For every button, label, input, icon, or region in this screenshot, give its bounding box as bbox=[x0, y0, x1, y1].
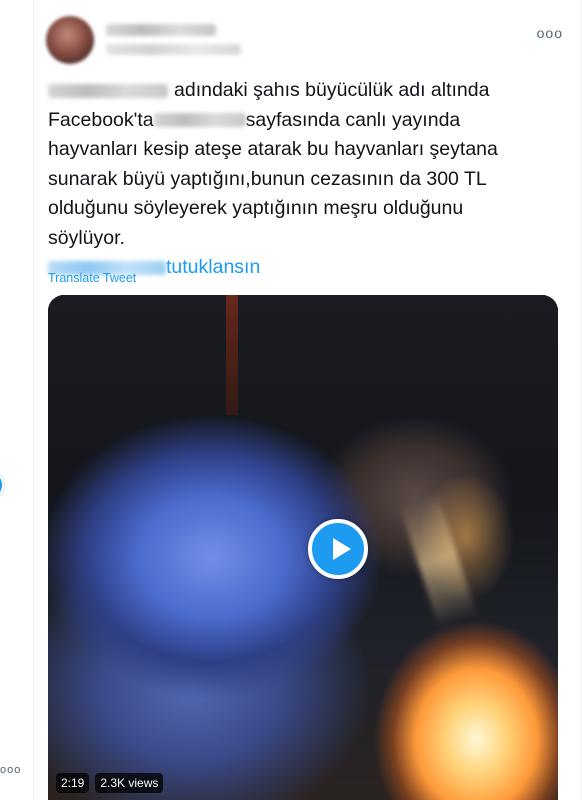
tweet-header: ooo bbox=[34, 8, 581, 64]
tweet-line-6: söylüyor. bbox=[48, 226, 125, 249]
hashtag-link[interactable]: tutuklansın bbox=[166, 256, 260, 278]
tweet-text-segment: sayfasında canlı yayında bbox=[245, 108, 461, 131]
play-button[interactable] bbox=[308, 519, 368, 579]
compose-button-partial[interactable] bbox=[0, 470, 4, 500]
redacted-name bbox=[48, 83, 168, 98]
play-icon bbox=[333, 538, 351, 560]
tweet-line-5: olduğunu söyleyerek yaptığının meşru old… bbox=[48, 197, 464, 219]
redacted-page-name bbox=[153, 113, 246, 128]
video-views: 2.3K views bbox=[95, 773, 164, 793]
tweet-line-1: adındaki şahıs büyücülük adı altında bbox=[48, 76, 573, 106]
more-icon[interactable]: ooo bbox=[0, 764, 21, 776]
tweet-text-segment: adındaki şahıs büyücülük adı altında bbox=[174, 79, 490, 101]
video-player[interactable]: 2:19 2.3K views bbox=[48, 295, 558, 800]
username-redacted[interactable] bbox=[106, 44, 241, 55]
page: ooo ooo adındaki şahıs büyücülük adı alt… bbox=[0, 0, 582, 800]
video-thumbnail bbox=[48, 295, 558, 800]
video-duration: 2:19 bbox=[56, 773, 90, 793]
tweet[interactable]: ooo adındaki şahıs büyücülük adı altında… bbox=[33, 0, 582, 800]
display-name-redacted[interactable] bbox=[106, 24, 216, 36]
tweet-text-segment: Facebook'ta bbox=[48, 108, 154, 131]
tweet-text: adındaki şahıs büyücülük adı altında Fac… bbox=[48, 76, 573, 283]
video-thumbnail-detail bbox=[226, 295, 238, 415]
tweet-line-2: Facebook'ta sayfasında canlı yayında bbox=[48, 106, 573, 136]
tweet-line-4: sunarak büyü yaptığını,bunun cezasının d… bbox=[48, 167, 487, 190]
more-options-icon[interactable]: ooo bbox=[537, 26, 563, 40]
translate-tweet-link[interactable]: Translate Tweet bbox=[48, 271, 136, 285]
avatar[interactable] bbox=[46, 16, 94, 64]
video-meta: 2:19 2.3K views bbox=[56, 773, 164, 793]
tweet-line-3: hayvanları kesip ateşe atarak bu hayvanl… bbox=[48, 138, 498, 160]
